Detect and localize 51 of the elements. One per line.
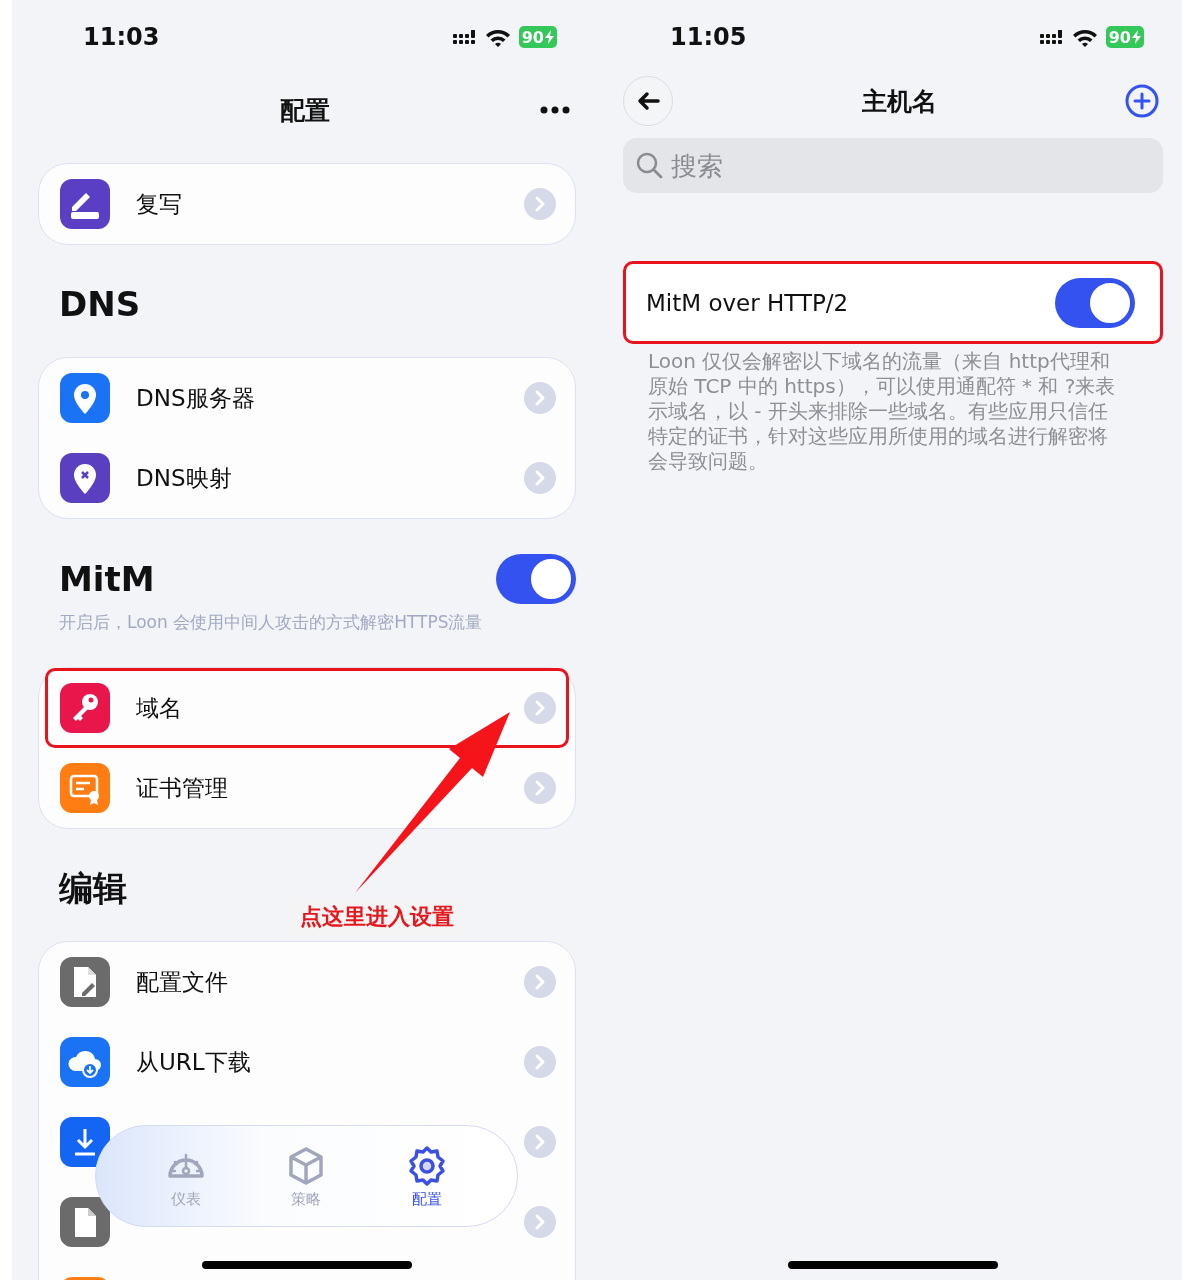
menu-item[interactable]: 复写: [45, 164, 569, 244]
section-heading: 编辑: [58, 868, 128, 908]
chevron-icon: [524, 966, 556, 998]
footnote-text: Loon 仅仅会解密以下域名的流量（来自 http代理和原始 TCP 中的 https），可以使用通配符 * 和 ?来表示域名，以 - 开头来排除一些域名。有些应用只信任特定的证书，针对这些应用所使用的域名进行解密将会导致问题。: [647, 349, 1117, 474]
battery-level: 90: [1105, 26, 1144, 48]
document-pen-icon: [60, 957, 110, 1007]
toggle-switch[interactable]: [1055, 277, 1135, 328]
chevron-icon: [524, 1126, 556, 1158]
menu-item[interactable]: 配置文件: [45, 942, 569, 1022]
chevron-icon: [524, 772, 556, 804]
key-icon: [60, 683, 110, 733]
status-time: 11:05: [670, 23, 747, 51]
plus-icon: [1125, 84, 1159, 118]
screen-title: 配置: [280, 94, 330, 127]
download-icon: [60, 1117, 110, 1167]
wifi-icon: [484, 27, 511, 47]
chevron-icon: [524, 692, 556, 724]
tab[interactable]: 配置: [400, 1139, 453, 1213]
back-button[interactable]: [623, 76, 673, 126]
chevron-icon: [524, 188, 556, 220]
section-heading: MitM: [59, 559, 155, 599]
certificate-icon: [60, 763, 110, 813]
battery-level: 90: [518, 26, 557, 48]
status-time: 11:03: [83, 23, 160, 51]
cloud-download-icon: [60, 1037, 110, 1087]
chevron-icon: [524, 1046, 556, 1078]
menu-item[interactable]: 从URL下载: [45, 1022, 569, 1102]
setting-label: MitM over HTTP/2: [646, 289, 849, 316]
pin-x-icon: [60, 453, 110, 503]
charging-icon: [1132, 30, 1141, 44]
menu-item[interactable]: DNS映射: [45, 438, 569, 518]
menu-item[interactable]: 域名: [45, 668, 569, 748]
charging-icon: [545, 30, 554, 44]
back-arrow-icon: [636, 91, 660, 111]
wifi-icon: [1071, 27, 1098, 47]
toggle-switch[interactable]: [496, 554, 576, 604]
chevron-icon: [524, 382, 556, 414]
menu-item[interactable]: DNS服务器: [45, 358, 569, 438]
signal-icon: [452, 30, 477, 44]
chevron-icon: [524, 462, 556, 494]
section-description: 开启后，Loon 会使用中间人攻击的方式解密HTTPS流量: [58, 611, 484, 633]
signal-icon: [1039, 30, 1064, 44]
location-pin-icon: [60, 373, 110, 423]
document-icon: [60, 1197, 110, 1247]
more-icon[interactable]: [540, 106, 570, 114]
screen-title: 主机名: [861, 85, 937, 118]
chevron-icon: [524, 1206, 556, 1238]
add-button[interactable]: [1125, 84, 1159, 118]
search-field[interactable]: 搜索: [623, 138, 1163, 193]
pen-icon: [60, 179, 110, 229]
section-heading: DNS: [58, 284, 142, 324]
